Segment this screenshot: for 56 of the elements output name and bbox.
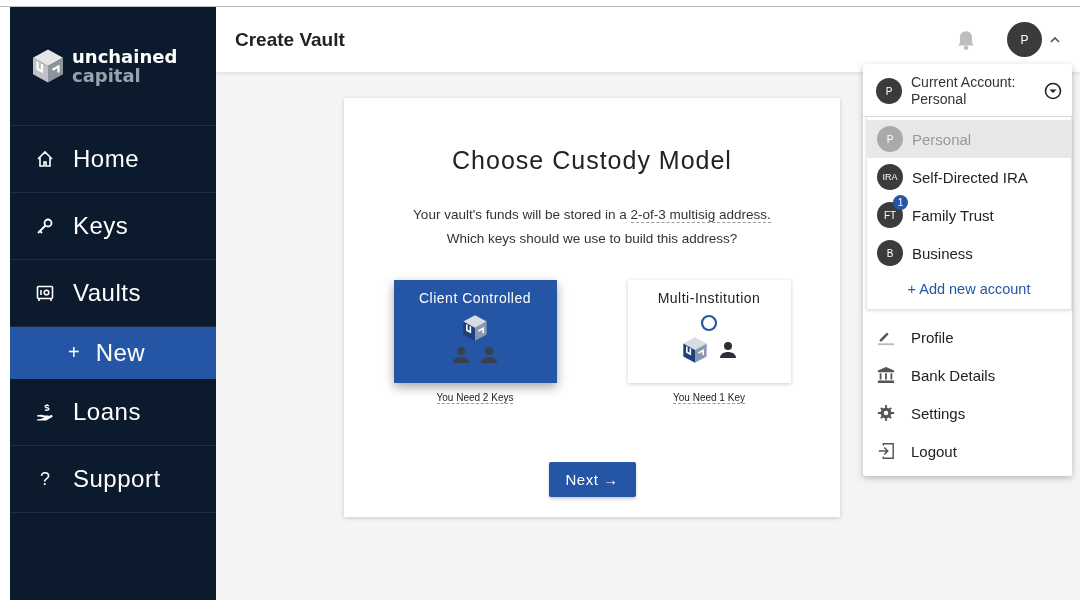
custody-option[interactable]: Multi-Institution (627, 280, 791, 383)
add-account-link[interactable]: + Add new account (867, 272, 1071, 309)
person-icon (719, 341, 737, 359)
cube-icon (30, 48, 66, 84)
card-title: Choose Custody Model (452, 146, 732, 175)
avatar: P (876, 78, 902, 104)
nav-label: Home (73, 145, 140, 173)
nav-label: Keys (73, 212, 129, 240)
current-account-label: Current Account: (911, 74, 1017, 91)
term-link[interactable]: 2-of-3 multisig address. (630, 207, 771, 223)
home-icon (35, 149, 55, 169)
account-name: Personal (912, 130, 972, 148)
avatar: IRA (877, 164, 903, 190)
account-name: Self-Directed IRA (912, 168, 1028, 186)
next-button[interactable]: Next → (548, 462, 636, 497)
hand-coin-icon (35, 402, 55, 422)
plus-icon: + (68, 341, 80, 364)
safe-icon (35, 283, 55, 303)
dropdown-icon (1044, 82, 1062, 100)
logo-wordmark: capital (72, 66, 142, 85)
page-title: Create Vault (235, 28, 345, 51)
nav-label: Support (73, 465, 161, 493)
person-icon (452, 346, 470, 364)
key-icon (35, 216, 55, 236)
account-name: Family Trust (912, 206, 994, 224)
key-count-label[interactable]: You Need 2 Keys (436, 392, 514, 404)
menu-item[interactable]: Logout (863, 432, 1072, 470)
logout-icon (877, 442, 895, 460)
question-icon: ? (35, 468, 55, 490)
account-item[interactable]: B Business (867, 234, 1071, 272)
account-name: Business (912, 244, 973, 262)
avatar: P (877, 126, 903, 152)
menu-item[interactable]: Bank Details (863, 356, 1072, 394)
cube-icon (461, 314, 489, 342)
bell-icon (955, 28, 977, 51)
nav-label: New (95, 338, 146, 367)
bank-icon (877, 366, 895, 384)
menu-item[interactable]: Settings (863, 394, 1072, 432)
custody-option[interactable]: Client Controlled (393, 280, 557, 383)
count-badge: 1 (893, 195, 908, 210)
nav-label: Loans (73, 398, 141, 426)
person-icon (480, 346, 498, 364)
cube-icon (681, 336, 709, 364)
account-item[interactable]: FT 1 Family Trust (867, 196, 1071, 234)
nav-item[interactable]: + New (10, 327, 216, 379)
nav-label: Vaults (73, 279, 141, 307)
question-text: Which keys should we use to build this address? (446, 230, 738, 248)
key-count-label[interactable]: You Need 1 Key (673, 392, 745, 404)
description-text: Your vault's funds will be stored in a 2-of-3 multisig address. (413, 206, 771, 225)
menu-item[interactable]: Profile (863, 318, 1072, 356)
gear-icon (877, 404, 895, 422)
avatar: B (877, 240, 903, 266)
logo-wordmark: unchained (72, 47, 178, 66)
current-account-name: Personal (911, 91, 968, 108)
ring-icon (700, 314, 718, 332)
account-item[interactable]: IRA Self-Directed IRA (867, 158, 1071, 196)
